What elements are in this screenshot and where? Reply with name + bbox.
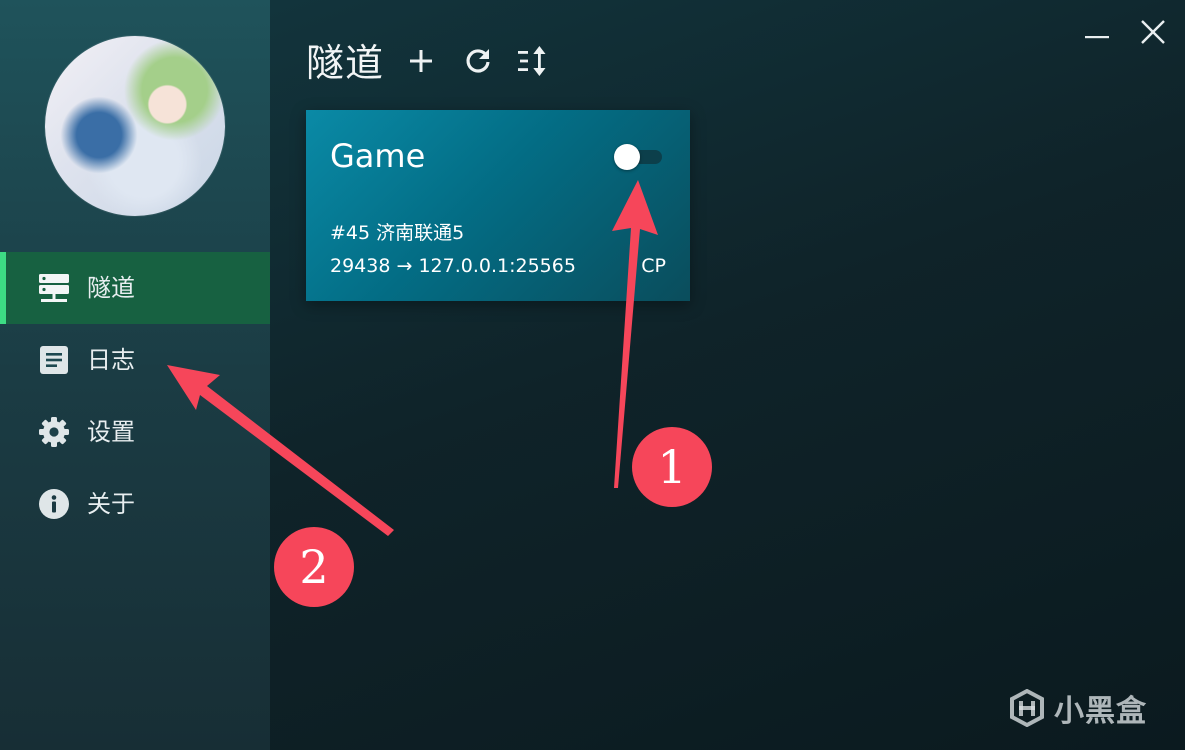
server-icon	[37, 271, 71, 305]
annotation-badge-1: 1	[632, 427, 712, 507]
tunnel-card[interactable]: Game #45 济南联通5 29438 → 127.0.0.1:25565 C…	[306, 110, 690, 301]
watermark-text: 小黑盒	[1054, 694, 1147, 729]
sidebar-item-label: 隧道	[87, 274, 135, 302]
document-icon	[37, 343, 71, 377]
avatar[interactable]	[45, 36, 225, 216]
sidebar-item-settings[interactable]: 设置	[0, 396, 270, 468]
sidebar-item-logs[interactable]: 日志	[0, 324, 270, 396]
sidebar-item-label: 设置	[87, 418, 135, 446]
tunnel-protocol: CP	[641, 255, 666, 277]
annotation-badge-2: 2	[274, 527, 354, 607]
close-icon[interactable]	[1133, 12, 1173, 52]
sort-icon[interactable]	[515, 43, 551, 79]
toggle-knob	[614, 144, 640, 170]
sidebar-item-tunnels[interactable]: 隧道	[0, 252, 270, 324]
gear-icon	[37, 415, 71, 449]
info-icon	[37, 487, 71, 521]
refresh-icon[interactable]	[460, 43, 496, 79]
sidebar-item-about[interactable]: 关于	[0, 468, 270, 540]
watermark: 小黑盒	[1008, 688, 1147, 729]
minimize-icon[interactable]	[1077, 12, 1117, 52]
tunnel-toggle[interactable]	[614, 144, 662, 170]
tunnel-node: #45 济南联通5	[330, 222, 465, 244]
app-window: 隧道 日志 设置 关于 隧道 Game #45 济南联通5 29438 → 12…	[0, 0, 1185, 750]
page-title: 隧道	[306, 41, 385, 85]
heybox-logo-icon	[1010, 689, 1044, 727]
plus-icon[interactable]	[403, 43, 439, 79]
sidebar: 隧道 日志 设置 关于	[0, 0, 270, 750]
sidebar-item-label: 关于	[87, 490, 135, 518]
sidebar-item-label: 日志	[87, 346, 135, 374]
tunnel-mapping: 29438 → 127.0.0.1:25565	[330, 255, 576, 277]
tunnel-name: Game	[330, 137, 426, 175]
